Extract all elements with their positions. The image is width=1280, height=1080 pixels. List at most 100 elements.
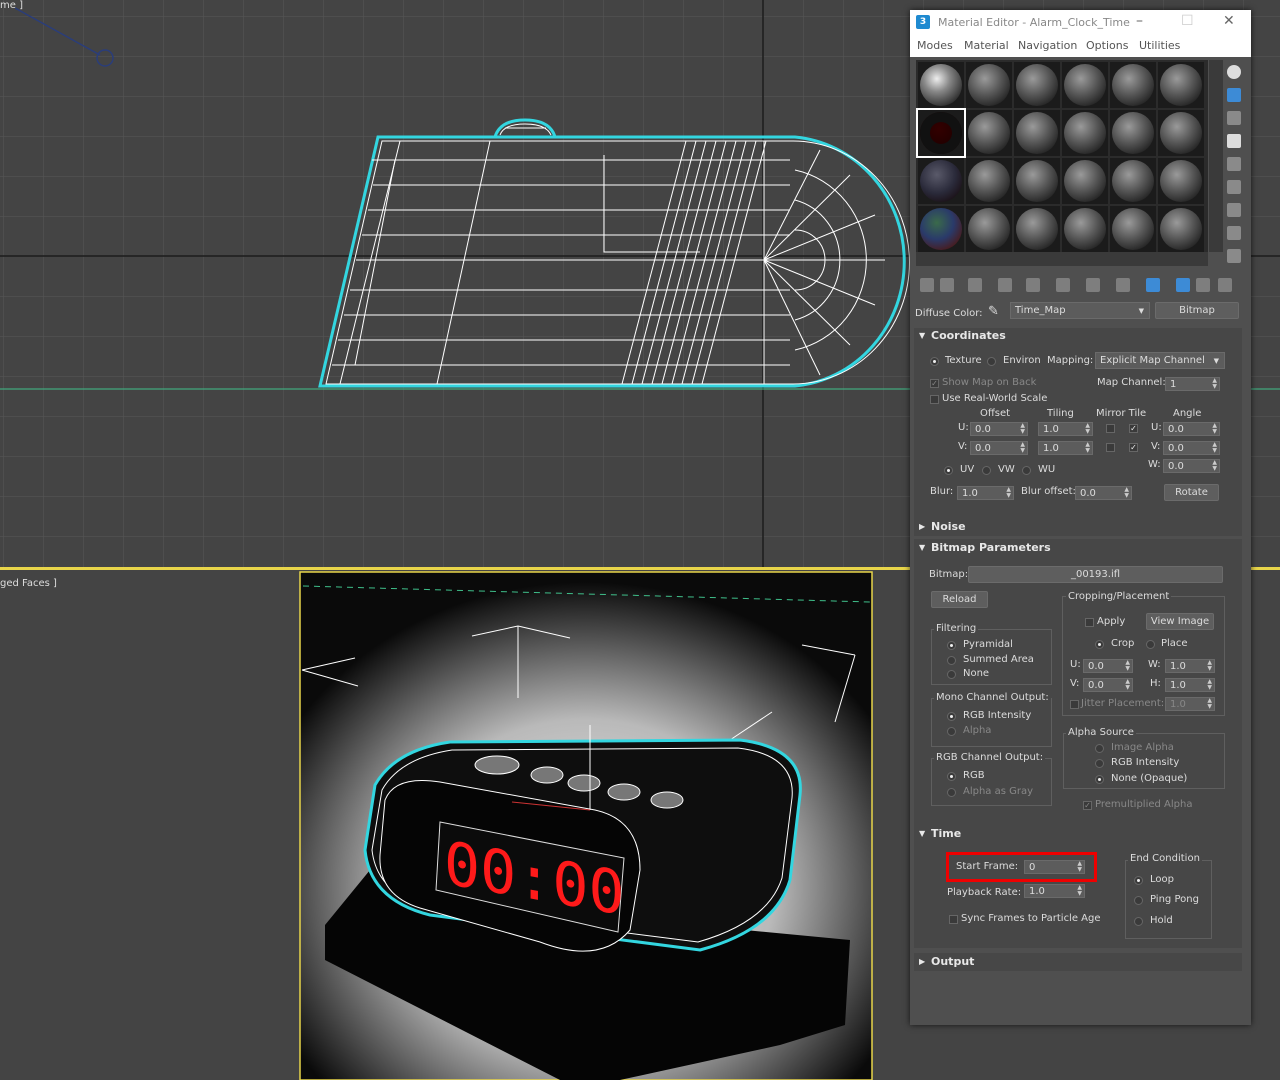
delete-icon[interactable] — [998, 278, 1012, 292]
noise-header[interactable]: ▶ Noise — [914, 519, 1242, 535]
filter-none-radio[interactable] — [947, 670, 956, 679]
menu-material[interactable]: Material — [964, 39, 1009, 52]
mapping-dropdown[interactable]: Explicit Map Channel ▼ — [1095, 352, 1225, 369]
alpha-as-gray-radio[interactable] — [947, 788, 956, 797]
slots-horizontal-scrollbar[interactable] — [916, 252, 1208, 266]
select-by-material-icon[interactable] — [1227, 226, 1241, 240]
title-bar[interactable]: 3 Material Editor - Alarm_Clock_Time – ☐… — [910, 10, 1251, 36]
summed-area-radio[interactable] — [947, 656, 956, 665]
dropdown-arrow-icon[interactable]: ▼ — [1214, 353, 1219, 369]
put-to-library-icon[interactable] — [1056, 278, 1070, 292]
sample-slot[interactable] — [1014, 206, 1060, 252]
sample-slot[interactable] — [1158, 206, 1204, 252]
video-color-check-icon[interactable] — [1227, 157, 1241, 171]
sample-slot[interactable] — [1110, 206, 1156, 252]
sample-slot[interactable] — [1014, 110, 1060, 156]
menu-utilities[interactable]: Utilities — [1139, 39, 1180, 52]
u-angle-spinner[interactable]: 0.0 ▲ ▼ — [1163, 422, 1220, 436]
uv-tiling-icon[interactable] — [1227, 134, 1241, 148]
show-end-result-icon[interactable] — [1146, 278, 1160, 292]
blur-spinner[interactable]: 1.0 ▲ ▼ — [957, 486, 1014, 500]
mono-alpha-radio[interactable] — [947, 727, 956, 736]
sample-type-icon[interactable] — [1227, 65, 1241, 79]
bitmap-parameters-header[interactable]: ▼ Bitmap Parameters — [914, 540, 1242, 556]
rgb-radio[interactable] — [947, 772, 956, 781]
environ-radio[interactable] — [987, 357, 996, 366]
make-preview-icon[interactable] — [1227, 180, 1241, 194]
sample-slot[interactable] — [1110, 158, 1156, 204]
sample-slot[interactable] — [1158, 62, 1204, 108]
ping-pong-radio[interactable] — [1134, 896, 1143, 905]
sample-slot[interactable] — [1110, 62, 1156, 108]
reload-button[interactable]: Reload — [931, 591, 988, 608]
sample-slot[interactable] — [918, 62, 964, 108]
crop-radio[interactable] — [1095, 640, 1104, 649]
assign-to-selection-icon[interactable] — [968, 278, 982, 292]
vw-radio[interactable] — [982, 466, 991, 475]
wu-radio[interactable] — [1022, 466, 1031, 475]
material-editor-window[interactable]: 3 Material Editor - Alarm_Clock_Time – ☐… — [910, 10, 1251, 1025]
show-map-icon[interactable] — [1116, 278, 1130, 292]
menu-modes[interactable]: Modes — [917, 39, 953, 52]
loop-radio[interactable] — [1134, 876, 1143, 885]
output-header[interactable]: ▶ Output — [914, 954, 1242, 970]
u-tiling-spinner[interactable]: 1.0 ▲ ▼ — [1038, 422, 1093, 436]
blur-offset-spinner[interactable]: 0.0 ▲ ▼ — [1075, 486, 1132, 500]
sample-slot[interactable] — [918, 158, 964, 204]
sample-slot[interactable] — [918, 206, 964, 252]
sample-slot[interactable] — [1014, 62, 1060, 108]
options-icon[interactable] — [1227, 203, 1241, 217]
crop-v-spinner[interactable]: 0.0 ▲ ▼ — [1083, 678, 1133, 692]
crop-h-spinner[interactable]: 1.0 ▲ ▼ — [1165, 678, 1215, 692]
sample-slot[interactable] — [1062, 62, 1108, 108]
texture-radio[interactable] — [930, 357, 939, 366]
coordinates-header[interactable]: ▼ Coordinates — [914, 328, 1242, 344]
jitter-spinner[interactable]: 1.0 ▲ ▼ — [1165, 697, 1215, 711]
start-frame-spinner[interactable]: 0 ▲ ▼ — [1024, 860, 1085, 874]
make-unique-icon[interactable] — [1026, 278, 1040, 292]
sample-slot[interactable] — [1158, 158, 1204, 204]
time-header[interactable]: ▼ Time — [914, 826, 1242, 842]
sample-slot-selected[interactable] — [916, 108, 966, 158]
sample-slot[interactable] — [966, 110, 1012, 156]
sample-slot[interactable] — [1158, 110, 1204, 156]
crop-u-spinner[interactable]: 0.0 ▲ ▼ — [1083, 659, 1133, 673]
sync-frames-checkbox[interactable] — [949, 915, 958, 924]
sample-slot[interactable] — [1062, 158, 1108, 204]
sample-slot[interactable] — [966, 62, 1012, 108]
map-channel-spinner[interactable]: 1 ▲ ▼ — [1165, 377, 1220, 391]
go-to-parent-icon[interactable] — [1176, 278, 1190, 292]
minimize-icon[interactable]: – — [1136, 13, 1143, 29]
image-alpha-radio[interactable] — [1095, 744, 1104, 753]
map-type-button[interactable]: Bitmap — [1155, 302, 1239, 319]
mono-rgb-intensity-radio[interactable] — [947, 712, 956, 721]
close-icon[interactable]: ✕ — [1223, 13, 1235, 29]
v-tile-checkbox[interactable]: ✓ — [1129, 443, 1138, 452]
sample-slot[interactable] — [1110, 110, 1156, 156]
maximize-icon[interactable]: ☐ — [1181, 13, 1194, 29]
material-map-navigator-icon[interactable] — [1227, 249, 1241, 263]
none-opaque-radio[interactable] — [1095, 775, 1104, 784]
crop-w-spinner[interactable]: 1.0 ▲ ▼ — [1165, 659, 1215, 673]
bitmap-path-button[interactable]: _00193.ifl — [968, 566, 1223, 583]
place-radio[interactable] — [1146, 640, 1155, 649]
real-world-scale-checkbox[interactable] — [930, 395, 939, 404]
viewport-label-top[interactable]: me ] — [0, 0, 23, 11]
sample-slot[interactable] — [1014, 158, 1060, 204]
menu-navigation[interactable]: Navigation — [1018, 39, 1077, 52]
playback-rate-spinner[interactable]: 1.0 ▲ ▼ — [1024, 884, 1085, 898]
v-mirror-checkbox[interactable] — [1106, 443, 1115, 452]
background-icon[interactable] — [1227, 111, 1241, 125]
hold-radio[interactable] — [1134, 917, 1143, 926]
w-angle-spinner[interactable]: 0.0 ▲ ▼ — [1163, 459, 1220, 473]
premultiplied-alpha-checkbox[interactable]: ✓ — [1083, 801, 1092, 810]
v-tiling-spinner[interactable]: 1.0 ▲ ▼ — [1038, 441, 1093, 455]
get-material-icon[interactable] — [920, 278, 934, 292]
pyramidal-radio[interactable] — [947, 641, 956, 650]
jitter-checkbox[interactable] — [1070, 700, 1079, 709]
go-forward-sibling-icon[interactable] — [1196, 278, 1210, 292]
v-angle-spinner[interactable]: 0.0 ▲ ▼ — [1163, 441, 1220, 455]
map-name-field[interactable]: Time_Map ▼ — [1010, 302, 1150, 319]
sample-slot[interactable] — [1062, 206, 1108, 252]
viewport-label-bottom[interactable]: ged Faces ] — [0, 578, 57, 589]
